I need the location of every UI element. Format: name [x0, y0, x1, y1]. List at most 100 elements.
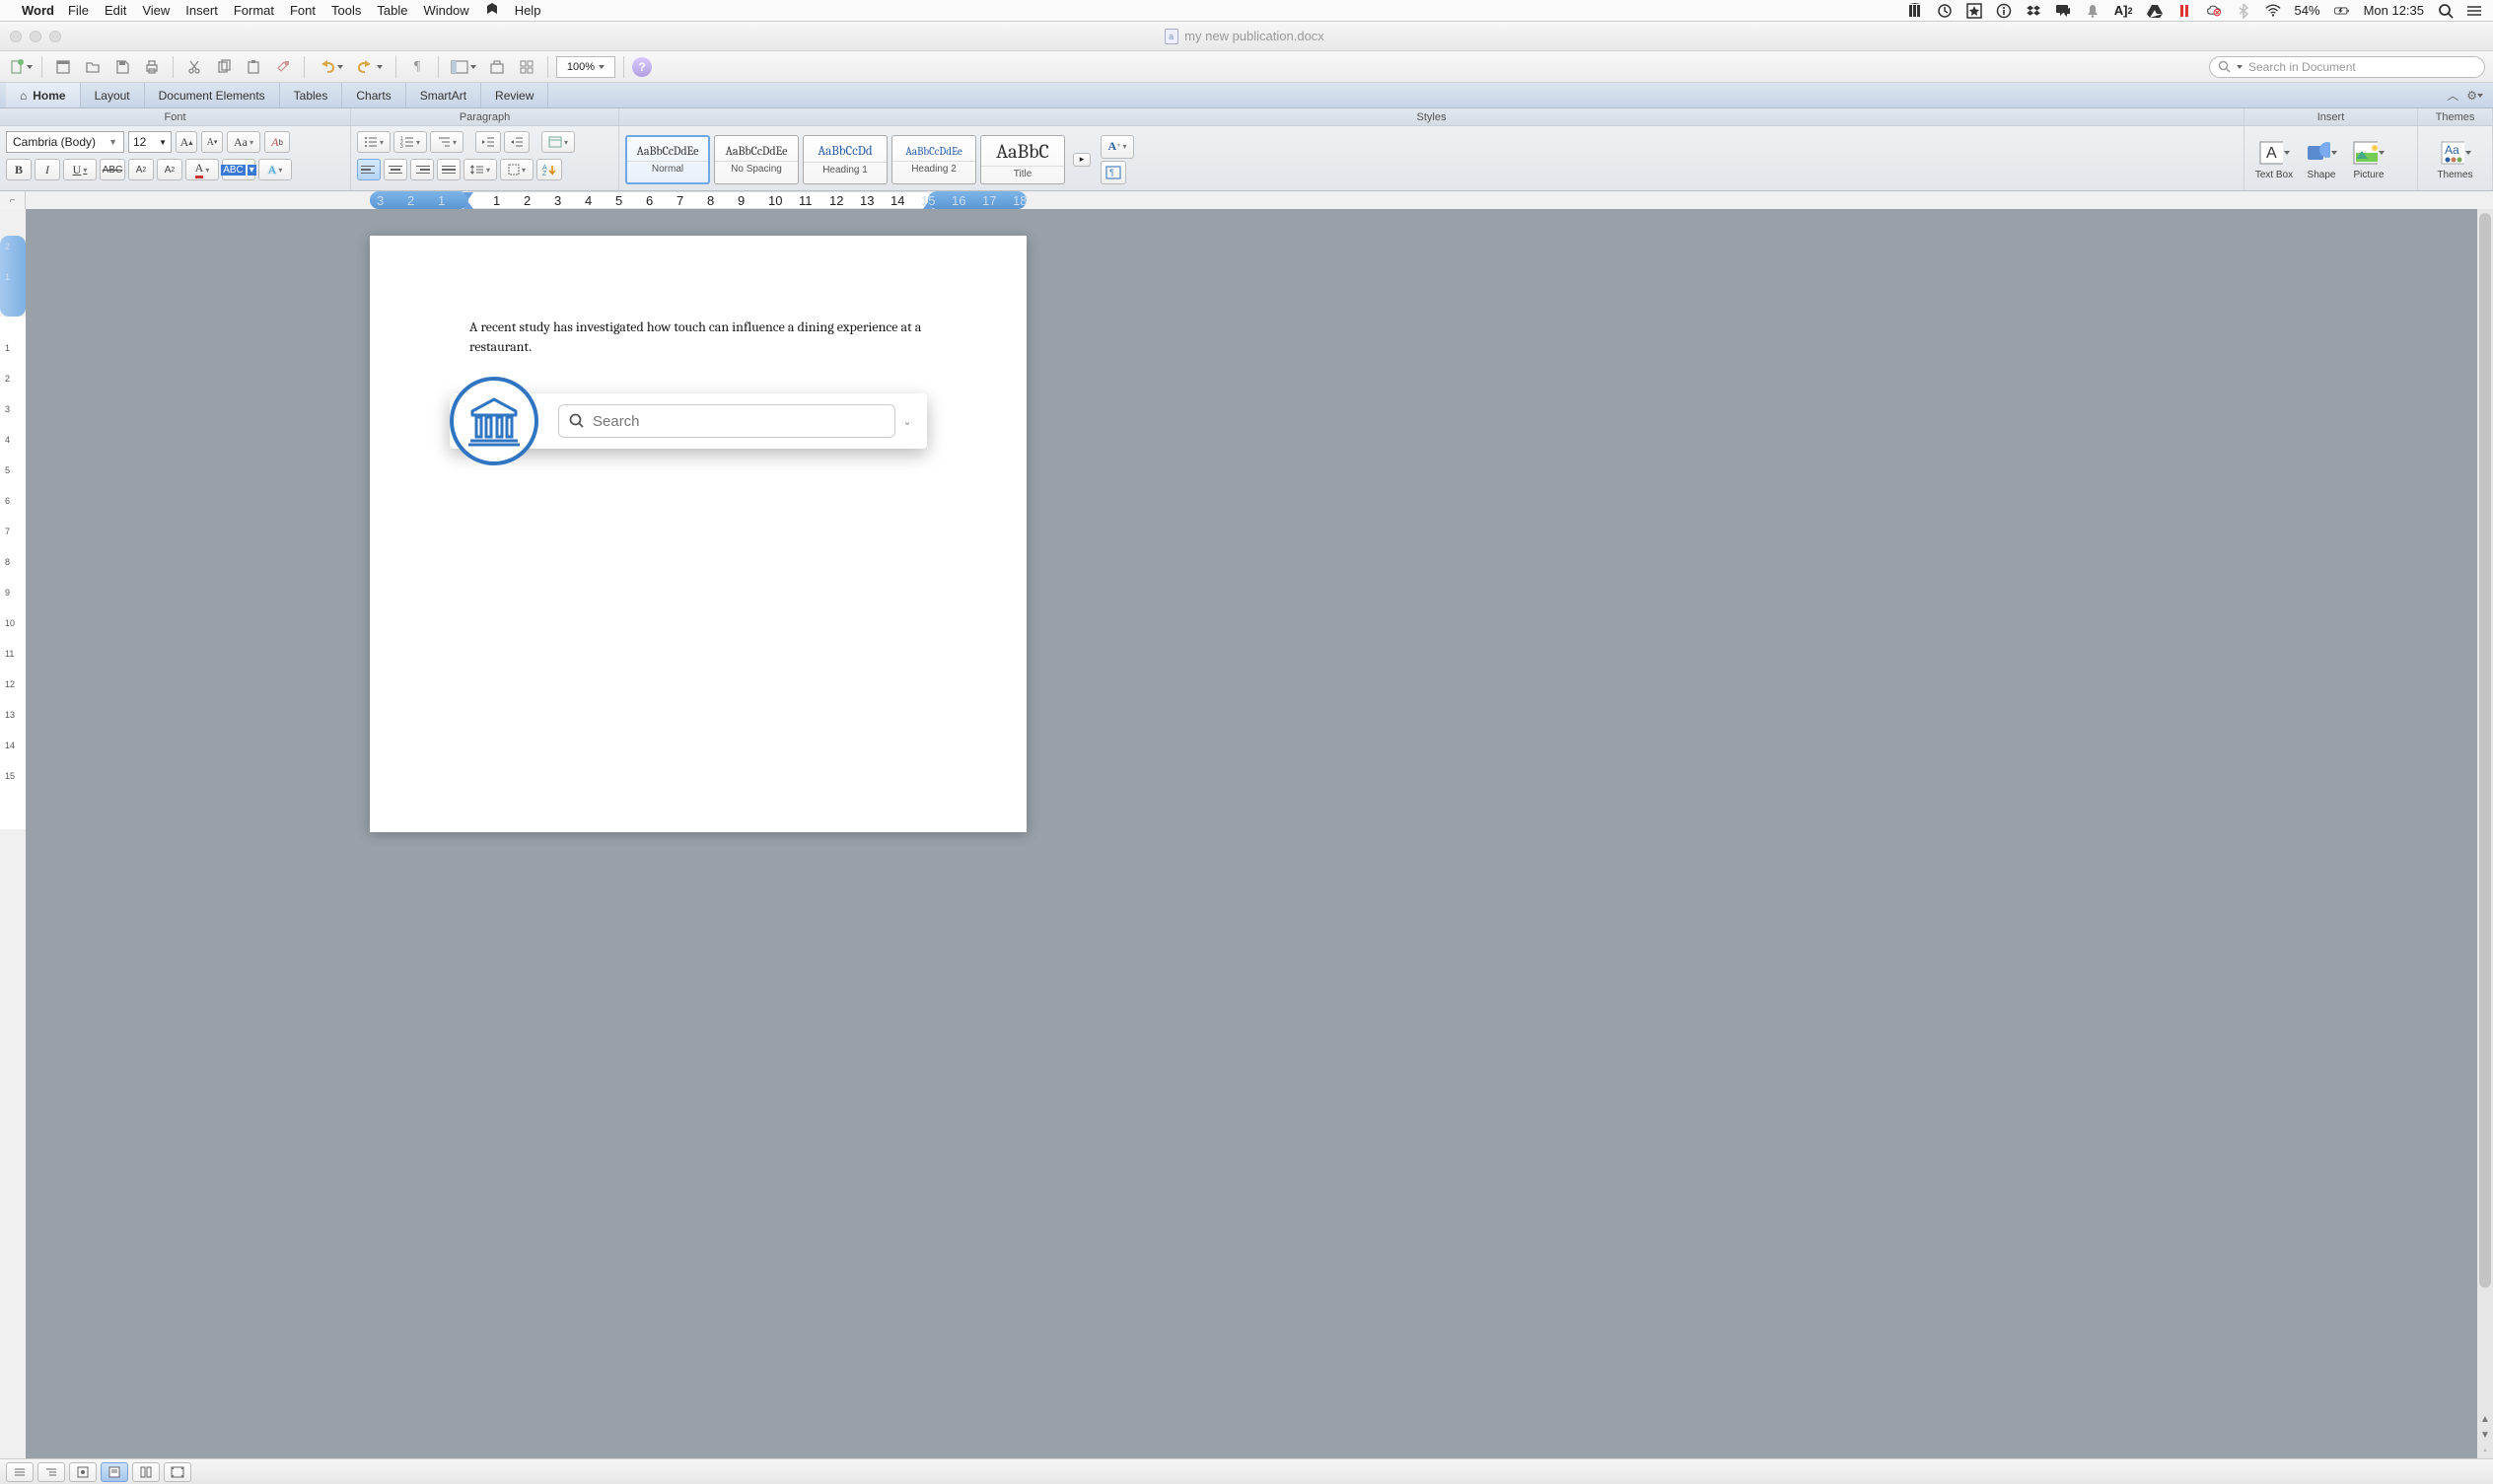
grow-font-button[interactable]: A▴ — [176, 131, 197, 153]
menu-format[interactable]: Format — [234, 3, 274, 18]
gallery-button[interactable] — [514, 55, 539, 79]
text-direction-button[interactable]: ▾ — [541, 131, 575, 153]
styles-pane-button[interactable]: ¶ — [1101, 161, 1126, 184]
insert-picture-button[interactable]: Picture — [2345, 138, 2392, 180]
align-center-button[interactable] — [384, 159, 407, 180]
tab-layout[interactable]: Layout — [81, 83, 145, 107]
overlay-search-box[interactable] — [558, 404, 895, 438]
status-spotlight-icon[interactable] — [2438, 3, 2454, 19]
font-name-select[interactable]: Cambria (Body)▼ — [6, 131, 124, 153]
menu-tools[interactable]: Tools — [331, 3, 361, 18]
menu-scrivener-icon[interactable] — [485, 2, 499, 19]
subscript-button[interactable]: A2 — [157, 159, 182, 180]
view-draft-button[interactable] — [6, 1462, 34, 1482]
open-button[interactable] — [80, 55, 106, 79]
scroll-up-arrow[interactable]: ▲ — [2477, 1411, 2493, 1427]
bullet-list-button[interactable]: ▾ — [357, 131, 391, 153]
insert-textbox-button[interactable]: A Text Box — [2250, 138, 2298, 180]
menu-insert[interactable]: Insert — [185, 3, 218, 18]
ruler-corner-tab[interactable]: ⌐ — [0, 191, 26, 209]
vertical-ruler[interactable]: 21123456789101112131415 — [0, 209, 26, 1458]
view-print-layout-button[interactable] — [101, 1462, 128, 1482]
status-menu-icon[interactable] — [2467, 3, 2483, 19]
tab-smartart[interactable]: SmartArt — [406, 83, 481, 107]
multilevel-list-button[interactable]: ▾ — [430, 131, 463, 153]
menu-file[interactable]: File — [68, 3, 89, 18]
status-star-icon[interactable] — [1966, 3, 1982, 19]
undo-button[interactable] — [313, 55, 348, 79]
highlight-button[interactable]: ABC▾ — [222, 159, 255, 180]
menu-font[interactable]: Font — [290, 3, 316, 18]
app-name[interactable]: Word — [22, 3, 54, 18]
status-dropbox-icon[interactable] — [2026, 3, 2041, 19]
font-size-select[interactable]: 12▼ — [128, 131, 172, 153]
status-chat-icon[interactable] — [2055, 3, 2071, 19]
line-spacing-button[interactable]: ▾ — [463, 159, 497, 180]
clear-formatting-button[interactable]: Ab — [264, 131, 290, 153]
format-painter-button[interactable] — [270, 55, 296, 79]
increase-indent-button[interactable] — [504, 131, 530, 153]
status-drive-icon[interactable] — [2147, 3, 2163, 19]
tab-charts[interactable]: Charts — [342, 83, 405, 107]
status-clock-text[interactable]: Mon 12:35 — [2364, 3, 2424, 18]
change-case-button[interactable]: Aa▾ — [227, 131, 260, 153]
status-battery-icon[interactable] — [2334, 3, 2350, 19]
zoom-level[interactable]: 100% — [556, 56, 615, 78]
print-button[interactable] — [139, 55, 165, 79]
copy-button[interactable] — [211, 55, 237, 79]
minimize-window-button[interactable] — [30, 31, 41, 42]
horizontal-ruler[interactable]: ⌐ 321123456789101112131415161718 — [0, 191, 2493, 209]
show-formatting-button[interactable]: ¶ — [404, 55, 430, 79]
document-body-text[interactable]: A recent study has investigated how touc… — [469, 318, 925, 356]
save-button[interactable] — [109, 55, 135, 79]
tab-tables[interactable]: Tables — [280, 83, 343, 107]
text-effects-button[interactable]: A▾ — [258, 159, 292, 180]
align-left-button[interactable] — [357, 159, 381, 180]
tab-document-elements[interactable]: Document Elements — [145, 83, 280, 107]
font-color-button[interactable]: A▾ — [185, 159, 219, 180]
view-notebook-button[interactable] — [132, 1462, 160, 1482]
menu-view[interactable]: View — [142, 3, 170, 18]
ribbon-options-button[interactable]: ⚙ — [2466, 89, 2483, 103]
overlay-search-input[interactable] — [593, 413, 885, 430]
italic-button[interactable]: I — [35, 159, 60, 180]
toolbox-button[interactable] — [484, 55, 510, 79]
styles-more-button[interactable]: ▸ — [1073, 153, 1091, 167]
menu-help[interactable]: Help — [515, 3, 541, 18]
themes-button[interactable]: Aa Themes — [2424, 138, 2486, 180]
menu-table[interactable]: Table — [377, 3, 407, 18]
superscript-button[interactable]: A2 — [128, 159, 154, 180]
align-justify-button[interactable] — [437, 159, 461, 180]
help-button[interactable]: ? — [632, 57, 652, 77]
style-no-spacing[interactable]: AaBbCcDdEe No Spacing — [714, 135, 799, 184]
sort-button[interactable]: AZ — [536, 159, 562, 180]
view-outline-button[interactable] — [37, 1462, 65, 1482]
scrollbar-thumb[interactable] — [2479, 213, 2491, 1288]
bold-button[interactable]: B — [6, 159, 32, 180]
cut-button[interactable] — [181, 55, 207, 79]
status-columns-icon[interactable] — [1907, 3, 1923, 19]
tab-home[interactable]: ⌂Home — [6, 83, 81, 107]
borders-button[interactable]: ▾ — [500, 159, 534, 180]
align-right-button[interactable] — [410, 159, 434, 180]
status-clock-icon[interactable] — [1937, 3, 1953, 19]
view-publishing-button[interactable] — [69, 1462, 97, 1482]
tab-review[interactable]: Review — [481, 83, 548, 107]
style-normal[interactable]: AaBbCcDdEe Normal — [625, 135, 710, 184]
document-page[interactable]: A recent study has investigated how touc… — [370, 236, 1027, 832]
sidebar-toggle-button[interactable] — [447, 55, 480, 79]
insert-shape-button[interactable]: Shape — [2298, 138, 2345, 180]
status-bluetooth-icon[interactable] — [2236, 3, 2251, 19]
shrink-font-button[interactable]: A▾ — [201, 131, 223, 153]
zoom-window-button[interactable] — [49, 31, 61, 42]
style-heading-1[interactable]: AaBbCcDd Heading 1 — [803, 135, 888, 184]
status-cloud-error-icon[interactable] — [2206, 3, 2222, 19]
redo-button[interactable] — [352, 55, 388, 79]
new-doc-button[interactable] — [8, 55, 34, 79]
status-adobe-icon[interactable]: A]2 — [2114, 3, 2133, 18]
numbered-list-button[interactable]: 123▾ — [393, 131, 427, 153]
vertical-scrollbar[interactable]: ▲ ▼ ◦ — [2477, 209, 2493, 1458]
scroll-options[interactable]: ◦ — [2477, 1443, 2493, 1458]
strikethrough-button[interactable]: ABC — [100, 159, 125, 180]
menu-window[interactable]: Window — [423, 3, 468, 18]
